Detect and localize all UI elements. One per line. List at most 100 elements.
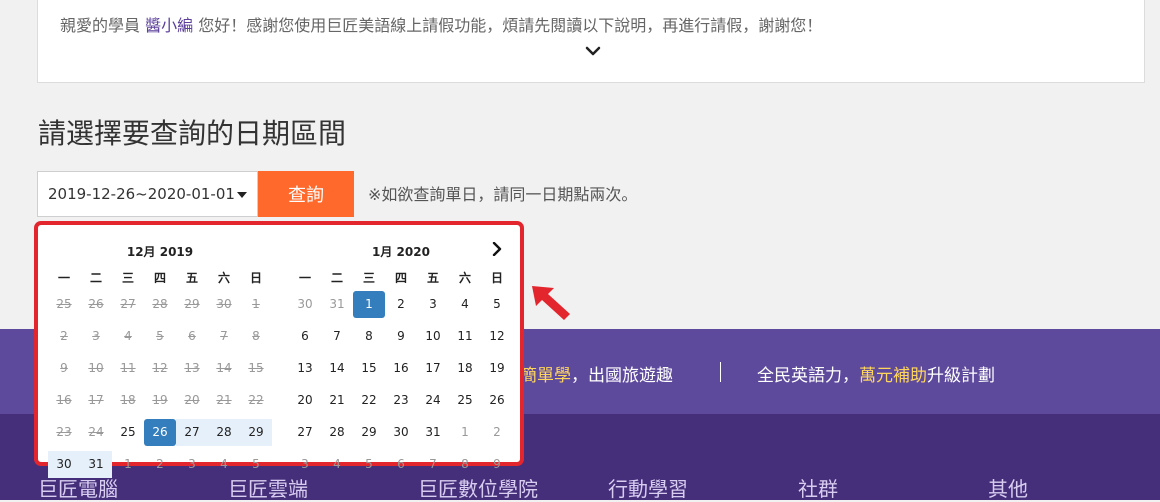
calendar-day[interactable]: 2 xyxy=(385,291,417,318)
weekday-label: 六 xyxy=(458,271,471,285)
calendar-day[interactable]: 27 xyxy=(176,419,208,446)
weekday-label: 五 xyxy=(185,271,198,285)
calendar-day: 23 xyxy=(56,425,72,439)
banner-left-link[interactable]: 簡單學，出國旅遊趣 xyxy=(520,361,673,386)
chevron-down-icon[interactable] xyxy=(585,43,601,59)
calendar-day[interactable]: 29 xyxy=(240,419,272,446)
notice-text: 親愛的學員 醬小編 您好！感謝您使用巨匠美語線上請假功能，煩請先閱讀以下說明，再… xyxy=(60,12,822,36)
calendar-day[interactable]: 14 xyxy=(321,355,353,382)
calendar-day[interactable]: 1 xyxy=(449,419,481,446)
calendar-day: 16 xyxy=(56,393,72,407)
calendar-day[interactable]: 22 xyxy=(353,387,385,414)
calendar-day[interactable]: 5 xyxy=(481,291,513,318)
notice-prefix: 親愛的學員 xyxy=(60,16,146,35)
weekday-header: 一二三四五六日 xyxy=(48,269,272,289)
calendar-day[interactable]: 3 xyxy=(176,451,208,478)
calendar-day[interactable]: 8 xyxy=(353,323,385,350)
banner-left-highlight: 簡單學 xyxy=(520,366,571,386)
weekday-label: 四 xyxy=(394,271,407,285)
weekday-label: 三 xyxy=(121,271,134,285)
query-button[interactable]: 查詢 xyxy=(258,171,354,217)
calendar-day: 7 xyxy=(220,329,228,343)
calendar-day[interactable]: 19 xyxy=(481,355,513,382)
calendar-day[interactable]: 11 xyxy=(449,323,481,350)
calendar-day[interactable]: 31 xyxy=(80,451,112,478)
calendar-day: 27 xyxy=(120,297,136,311)
calendar-day[interactable]: 6 xyxy=(289,323,321,350)
calendar-day: 10 xyxy=(88,361,104,375)
calendar-day: 11 xyxy=(120,361,136,375)
chevron-right-icon[interactable] xyxy=(490,242,504,256)
notice-username: 醬小編 xyxy=(145,16,194,35)
footer-link-community[interactable]: 社群 xyxy=(798,473,838,502)
calendar-day[interactable]: 24 xyxy=(417,387,449,414)
calendar-day: 17 xyxy=(88,393,104,407)
banner-right-text: 升級計劃 xyxy=(927,366,995,386)
weekday-label: 日 xyxy=(490,271,503,285)
calendar-day[interactable]: 25 xyxy=(449,387,481,414)
calendar-day: 4 xyxy=(124,329,132,343)
calendar-day[interactable]: 3 xyxy=(289,451,321,478)
calendar-day: 30 xyxy=(216,297,232,311)
calendar-day: 13 xyxy=(184,361,200,375)
weekday-label: 六 xyxy=(217,271,230,285)
month-title: 1月 2020 xyxy=(372,245,430,259)
calendar-day[interactable]: 28 xyxy=(321,419,353,446)
calendar-day[interactable]: 31 xyxy=(321,291,353,318)
calendar-day[interactable]: 25 xyxy=(112,419,144,446)
weekday-label: 五 xyxy=(426,271,439,285)
calendar-day[interactable]: 3 xyxy=(417,291,449,318)
footer-link-mobile-learning[interactable]: 行動學習 xyxy=(608,473,688,502)
calendar-day[interactable]: 1 xyxy=(353,291,385,318)
weekday-label: 三 xyxy=(362,271,375,285)
calendar-day[interactable]: 26 xyxy=(144,419,176,446)
calendar-day: 6 xyxy=(188,329,196,343)
calendar-day[interactable]: 5 xyxy=(353,451,385,478)
calendar-day[interactable]: 7 xyxy=(321,323,353,350)
calendar-day[interactable]: 2 xyxy=(144,451,176,478)
calendar-day: 2 xyxy=(60,329,68,343)
date-range-select[interactable]: 2019-12-26~2020-01-01 xyxy=(37,171,258,217)
calendar-day[interactable]: 28 xyxy=(208,419,240,446)
calendar-day[interactable]: 1 xyxy=(112,451,144,478)
calendar-day[interactable]: 30 xyxy=(385,419,417,446)
footer-link-other[interactable]: 其他 xyxy=(988,473,1028,502)
calendar-day[interactable]: 7 xyxy=(417,451,449,478)
calendar-day[interactable]: 13 xyxy=(289,355,321,382)
calendar-day: 3 xyxy=(92,329,100,343)
calendar-day[interactable]: 4 xyxy=(321,451,353,478)
calendar-day[interactable]: 9 xyxy=(481,451,513,478)
notice-box: 親愛的學員 醬小編 您好！感謝您使用巨匠美語線上請假功能，煩請先閱讀以下說明，再… xyxy=(37,0,1145,83)
calendar-day[interactable]: 15 xyxy=(353,355,385,382)
weekday-label: 一 xyxy=(298,271,311,285)
calendar-day[interactable]: 12 xyxy=(481,323,513,350)
banner-right-link[interactable]: 全民英語力，萬元補助升級計劃 xyxy=(757,361,995,386)
calendar-day[interactable]: 21 xyxy=(321,387,353,414)
calendar-day[interactable]: 30 xyxy=(48,451,80,478)
calendar-day[interactable]: 17 xyxy=(417,355,449,382)
calendar-day: 12 xyxy=(152,361,168,375)
calendar-day: 1 xyxy=(252,297,260,311)
calendar-day[interactable]: 29 xyxy=(353,419,385,446)
calendar-day[interactable]: 9 xyxy=(385,323,417,350)
calendar-day[interactable]: 31 xyxy=(417,419,449,446)
calendar-day[interactable]: 20 xyxy=(289,387,321,414)
calendar-day[interactable]: 4 xyxy=(449,291,481,318)
calendar-day[interactable]: 27 xyxy=(289,419,321,446)
calendar-day[interactable]: 2 xyxy=(481,419,513,446)
calendar-day: 9 xyxy=(60,361,68,375)
page-title: 請選擇要查詢的日期區間 xyxy=(38,117,347,150)
calendar-day: 21 xyxy=(216,393,232,407)
calendar-day[interactable]: 5 xyxy=(240,451,272,478)
calendar-day[interactable]: 30 xyxy=(289,291,321,318)
calendar-day[interactable]: 16 xyxy=(385,355,417,382)
calendar-day[interactable]: 26 xyxy=(481,387,513,414)
calendar-day[interactable]: 6 xyxy=(385,451,417,478)
calendar-day[interactable]: 8 xyxy=(449,451,481,478)
calendar-day[interactable]: 10 xyxy=(417,323,449,350)
weekday-label: 日 xyxy=(249,271,262,285)
weekday-label: 二 xyxy=(89,271,102,285)
calendar-day[interactable]: 23 xyxy=(385,387,417,414)
calendar-day[interactable]: 18 xyxy=(449,355,481,382)
calendar-day[interactable]: 4 xyxy=(208,451,240,478)
